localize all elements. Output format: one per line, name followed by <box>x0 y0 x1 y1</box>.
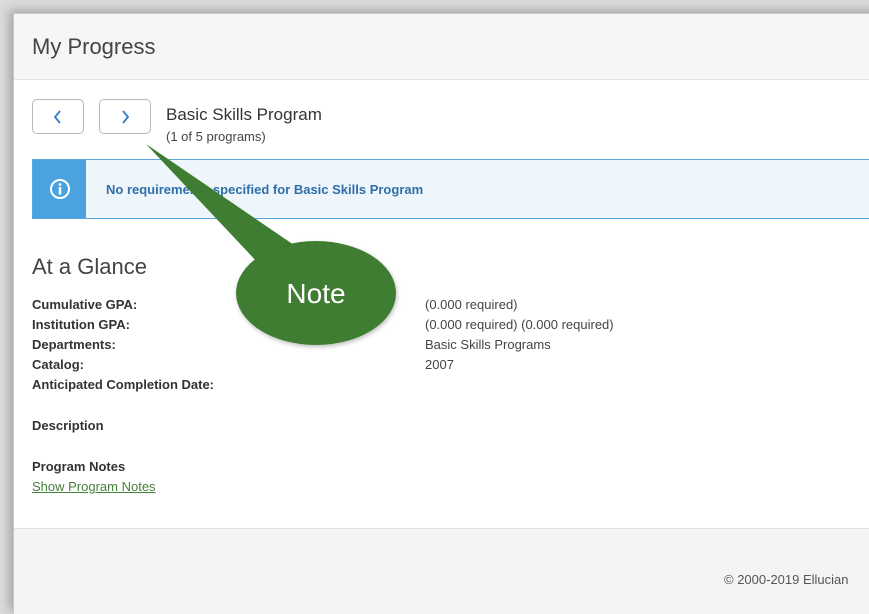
note-callout: Note <box>236 241 396 345</box>
page-title: My Progress <box>32 34 156 59</box>
program-count: (1 of 5 programs) <box>166 129 266 144</box>
app-window: My Progress Basic Skills Program (1 of 5… <box>13 13 869 614</box>
info-icon-container <box>33 160 86 218</box>
note-callout-text: Note <box>286 278 346 309</box>
previous-program-button[interactable] <box>32 99 84 134</box>
cumulative-gpa-label: Cumulative GPA: <box>32 297 138 312</box>
page-header: My Progress <box>14 14 869 80</box>
chevron-right-icon <box>122 109 130 124</box>
anticipated-completion-label: Anticipated Completion Date: <box>32 377 215 392</box>
info-icon <box>49 179 70 199</box>
copyright-text: © 2000-2019 Ellucian <box>724 572 849 587</box>
program-notes-label: Program Notes <box>32 459 126 474</box>
chevron-left-icon <box>53 109 61 124</box>
institution-gpa-label: Institution GPA: <box>32 317 130 332</box>
show-program-notes-link[interactable]: Show Program Notes <box>32 479 156 494</box>
departments-label: Departments: <box>32 337 116 352</box>
catalog-label: Catalog: <box>32 357 84 372</box>
info-message: No requirements specified for Basic Skil… <box>106 182 424 197</box>
description-label: Description <box>32 418 104 433</box>
departments-value: Basic Skills Programs <box>425 337 551 352</box>
next-program-button[interactable] <box>99 99 151 134</box>
page-footer: © 2000-2019 Ellucian <box>14 528 869 614</box>
catalog-value: 2007 <box>425 357 454 372</box>
at-a-glance-heading: At a Glance <box>32 254 147 279</box>
institution-gpa-value: (0.000 required) (0.000 required) <box>425 317 614 332</box>
info-banner: No requirements specified for Basic Skil… <box>32 159 869 219</box>
cumulative-gpa-value: (0.000 required) <box>425 297 518 312</box>
program-title: Basic Skills Program <box>166 105 322 124</box>
